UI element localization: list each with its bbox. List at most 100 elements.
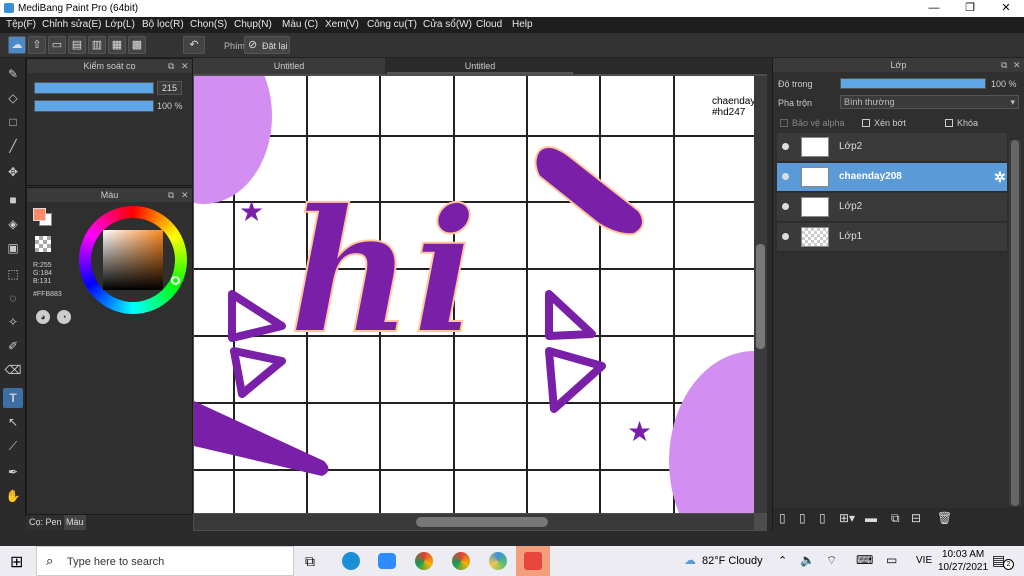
blend-mode-select[interactable]: Bình thường ▾: [840, 95, 1019, 109]
popout-icon[interactable]: ⧉: [168, 59, 174, 73]
eraser-tool-icon[interactable]: ◇: [3, 88, 23, 108]
minimize-button[interactable]: —: [916, 0, 952, 17]
menu-layer[interactable]: Lớp(L): [105, 19, 135, 30]
trash-icon[interactable]: 🗑: [937, 511, 952, 525]
drawing-canvas[interactable]: ★ ★ hi chaenday #hd247: [194, 76, 754, 513]
new-halftone-layer-icon[interactable]: ▯: [799, 511, 806, 525]
horizontal-scrollbar[interactable]: [194, 514, 754, 530]
pen-tool-icon[interactable]: ✒: [3, 462, 23, 482]
wifi-icon[interactable]: ⌔: [826, 553, 837, 568]
clock-time[interactable]: 10:03 AM: [942, 549, 984, 560]
rect-tool-icon[interactable]: □: [3, 112, 23, 132]
medibang-icon[interactable]: [489, 552, 507, 570]
palette-icon[interactable]: ◕: [36, 310, 50, 324]
line-tool-icon[interactable]: ╱: [3, 136, 23, 156]
menu-snap[interactable]: Chụp(N): [234, 19, 272, 30]
text-tool-icon[interactable]: T: [3, 388, 23, 408]
layer-scrollbar[interactable]: [1009, 140, 1021, 506]
popout-icon[interactable]: ⧉: [1001, 58, 1007, 72]
clip-checkbox[interactable]: [862, 119, 870, 127]
windows-start-icon[interactable]: ⊞: [10, 552, 23, 572]
hue-handle[interactable]: [171, 276, 180, 285]
brush-size-slider[interactable]: [34, 82, 154, 94]
layer-scroll-thumb[interactable]: [1011, 140, 1019, 506]
add-layer-menu-icon[interactable]: ⊞▾: [839, 511, 855, 525]
lasso-tool-icon[interactable]: ◌: [3, 288, 23, 308]
tab-pen[interactable]: Cọ: Pen: [26, 515, 63, 530]
select-rect-tool-icon[interactable]: ⬚: [3, 264, 23, 284]
clock-date[interactable]: 10/27/2021: [938, 562, 988, 573]
wps-app-highlight[interactable]: [516, 546, 550, 576]
grid-layout-icon[interactable]: ▦: [108, 36, 126, 54]
brush-tool-icon[interactable]: ✎: [3, 64, 23, 84]
screen-icon[interactable]: ▭: [886, 553, 897, 567]
gradient-tool-icon[interactable]: ▣: [3, 238, 23, 258]
layer-row[interactable]: Lớp2: [777, 133, 1007, 162]
share-icon[interactable]: ⇧: [28, 36, 46, 54]
saturation-square[interactable]: [103, 230, 163, 290]
hand-tool-icon[interactable]: ✋: [3, 486, 23, 506]
comment-icon[interactable]: ▭: [48, 36, 66, 54]
tab-color[interactable]: Màu: [64, 515, 86, 530]
visibility-icon[interactable]: [782, 203, 789, 210]
brush-opacity-slider[interactable]: [34, 100, 154, 112]
close-icon[interactable]: ✕: [181, 59, 189, 73]
edge-icon[interactable]: [342, 552, 360, 570]
new-layer-icon[interactable]: ▯: [779, 511, 786, 525]
cloud-icon[interactable]: ☁: [8, 36, 26, 54]
menu-help[interactable]: Help: [512, 19, 533, 30]
move-tool-icon[interactable]: ✥: [3, 162, 23, 182]
menu-view[interactable]: Xem(V): [325, 19, 359, 30]
lock-checkbox[interactable]: [945, 119, 953, 127]
eyedropper-tool-icon[interactable]: ⟋: [3, 436, 23, 456]
close-icon[interactable]: ✕: [181, 188, 189, 202]
chat-icon[interactable]: ▤: [68, 36, 86, 54]
chevron-up-icon[interactable]: ⌃: [778, 554, 787, 567]
new-8bit-layer-icon[interactable]: ▯: [819, 511, 826, 525]
document-icon[interactable]: ▥: [88, 36, 106, 54]
language-indicator[interactable]: VIE: [916, 555, 932, 566]
doc-tab-1[interactable]: Untitled: [193, 58, 385, 74]
visibility-icon[interactable]: [782, 233, 789, 240]
layer-opacity-slider[interactable]: [840, 78, 986, 89]
vertical-scrollbar[interactable]: [754, 76, 767, 513]
visibility-icon[interactable]: [782, 143, 789, 150]
primary-color-swatch[interactable]: [33, 208, 46, 221]
zoom-icon[interactable]: [378, 553, 396, 569]
layer-row-selected[interactable]: chaenday208 ✲: [777, 163, 1007, 192]
weather-text[interactable]: 82°F Cloudy: [702, 555, 763, 567]
menu-file[interactable]: Tệp(F): [6, 19, 36, 30]
doc-tab-2[interactable]: Untitled: [387, 58, 573, 74]
fill-rect-tool-icon[interactable]: ■: [3, 190, 23, 210]
color-sets-icon[interactable]: ◔: [57, 310, 71, 324]
horizontal-scroll-thumb[interactable]: [416, 517, 548, 527]
menu-cloud[interactable]: Cloud: [476, 19, 502, 30]
grid-icon[interactable]: ▩: [128, 36, 146, 54]
volume-icon[interactable]: 🔈: [800, 553, 815, 567]
menu-filter[interactable]: Bộ lọc(R): [142, 19, 184, 30]
search-box[interactable]: ⌕ Type here to search: [36, 546, 294, 576]
operation-tool-icon[interactable]: ↖: [3, 412, 23, 432]
magic-wand-tool-icon[interactable]: ✧: [3, 312, 23, 332]
select-eraser-tool-icon[interactable]: ⌫: [3, 360, 23, 380]
close-icon[interactable]: ✕: [1013, 58, 1021, 72]
menu-select[interactable]: Chọn(S): [190, 19, 227, 30]
chrome-profile-icon[interactable]: [452, 552, 470, 570]
reset-button[interactable]: ⊘ Đặt lại: [244, 36, 290, 54]
close-button[interactable]: ✕: [988, 0, 1024, 17]
layer-row[interactable]: Lớp2: [777, 193, 1007, 222]
brush-size-value[interactable]: 215: [157, 81, 182, 95]
menu-edit[interactable]: Chỉnh sửa(E): [42, 19, 102, 30]
select-pen-tool-icon[interactable]: ✐: [3, 336, 23, 356]
menu-color[interactable]: Màu (C): [282, 19, 318, 30]
menu-tools[interactable]: Công cụ(T): [367, 19, 417, 30]
folder-icon[interactable]: ▬: [865, 511, 877, 525]
vertical-scroll-thumb[interactable]: [756, 244, 765, 349]
keyboard-icon[interactable]: ⌨: [856, 553, 873, 567]
chrome-icon[interactable]: [415, 552, 433, 570]
undo-button[interactable]: ↶: [183, 36, 205, 54]
popout-icon[interactable]: ⧉: [168, 188, 174, 202]
visibility-icon[interactable]: [782, 173, 789, 180]
merge-icon[interactable]: ⊟: [911, 511, 921, 525]
weather-icon[interactable]: ☁: [684, 553, 696, 567]
